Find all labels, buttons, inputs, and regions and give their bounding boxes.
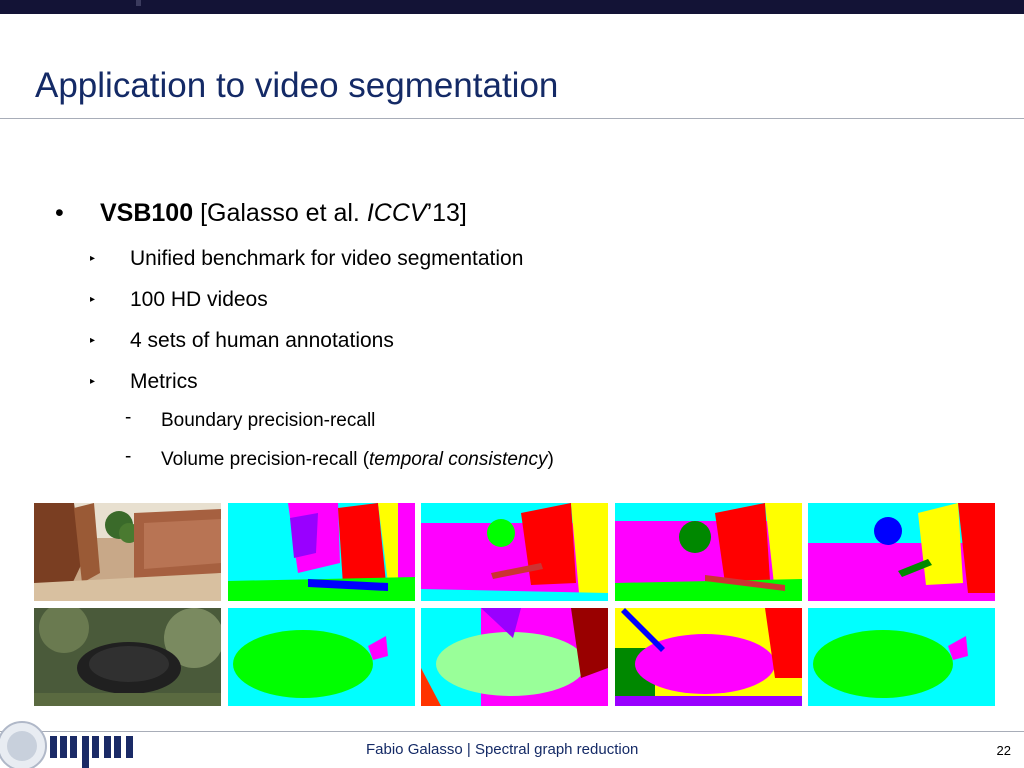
bird-photo <box>34 608 221 706</box>
footer-divider <box>0 731 1024 732</box>
title-divider <box>0 118 1024 119</box>
metric-text: Volume precision-recall (temporal consis… <box>161 449 554 471</box>
reference-post: ’13] <box>426 199 467 227</box>
top-bar-tick <box>136 0 141 6</box>
dash-marker: - <box>125 446 132 467</box>
footer-separator: | <box>462 741 475 758</box>
slide-title: Application to video segmentation <box>35 66 559 105</box>
arrow-marker: ▸ <box>90 335 96 346</box>
footer-talk: Spectral graph reduction <box>474 741 639 758</box>
temple-annotation-1 <box>228 503 415 601</box>
temple-photo <box>34 503 221 601</box>
bullet-marker: • <box>55 199 64 227</box>
footer-text: Fabio Galasso | Spectral graph reduction <box>366 741 638 758</box>
temple-annotation-2 <box>421 503 608 601</box>
metric-volume-post: ) <box>547 449 554 470</box>
bullet-text: VSB100 [Galasso et al. ICCV’13] <box>100 199 467 228</box>
reference-pre: [Galasso et al. <box>200 199 367 227</box>
temple-annotation-3 <box>615 503 802 601</box>
sub-item-text: Unified benchmark for video segmentation <box>130 247 524 270</box>
mpi-logo-icon <box>0 721 133 768</box>
temple-annotation-4 <box>808 503 995 601</box>
metric-text: Boundary precision-recall <box>161 410 376 431</box>
bird-annotation-1 <box>228 608 415 706</box>
dataset-name: VSB100 <box>100 199 194 227</box>
metric-volume-emphasis: temporal consistency <box>369 449 548 470</box>
dash-marker: - <box>125 407 132 428</box>
metric-volume-pre: Volume precision-recall ( <box>161 449 370 470</box>
footer-author: Fabio Galasso <box>366 741 463 758</box>
sub-item-text: 100 HD videos <box>130 288 268 311</box>
arrow-marker: ▸ <box>90 253 96 264</box>
top-bar <box>0 0 1024 14</box>
bird-annotation-3 <box>615 608 802 706</box>
bird-annotation-2 <box>421 608 608 706</box>
sub-item-text: 4 sets of human annotations <box>130 329 394 352</box>
reference-venue: ICCV <box>366 199 427 227</box>
page-number: 22 <box>996 743 1011 758</box>
arrow-marker: ▸ <box>90 294 96 305</box>
sub-item-text: Metrics <box>130 370 198 393</box>
arrow-marker: ▸ <box>90 376 96 387</box>
bird-annotation-4 <box>808 608 995 706</box>
